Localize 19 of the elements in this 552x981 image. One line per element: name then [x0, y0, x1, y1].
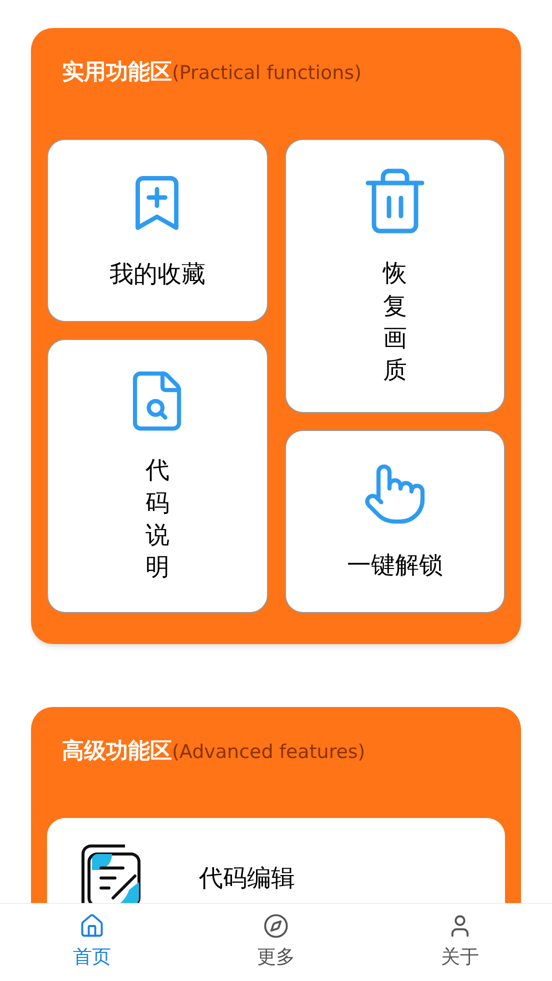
section-title: 实用功能区	[62, 59, 172, 87]
feature-tile[interactable]: 我的收藏	[47, 139, 268, 322]
section-subtitle: (Practical functions)	[172, 61, 362, 86]
section-subtitle: (Advanced features)	[172, 740, 366, 765]
feature-tile[interactable]: 一键解锁	[284, 430, 505, 613]
tile-label: 恢复画质	[382, 258, 407, 386]
nav-tab[interactable]: 关于	[368, 904, 552, 981]
tile-label: 代码说明	[145, 455, 170, 584]
section-title: 高级功能区	[62, 738, 172, 766]
tile-label: 我的收藏	[109, 258, 206, 290]
row-label: 代码编辑	[199, 863, 295, 894]
feature-tile[interactable]: 恢复画质	[284, 139, 505, 413]
feature-tile[interactable]: 代码说明	[47, 339, 268, 613]
compass-icon	[263, 913, 289, 940]
feature-row[interactable]: 代码编辑	[47, 818, 505, 903]
home-icon	[79, 913, 105, 940]
nav-tab[interactable]: 首页	[0, 904, 184, 981]
tile-label: 一键解锁	[346, 550, 443, 580]
nav-tab[interactable]: 更多	[184, 904, 368, 981]
